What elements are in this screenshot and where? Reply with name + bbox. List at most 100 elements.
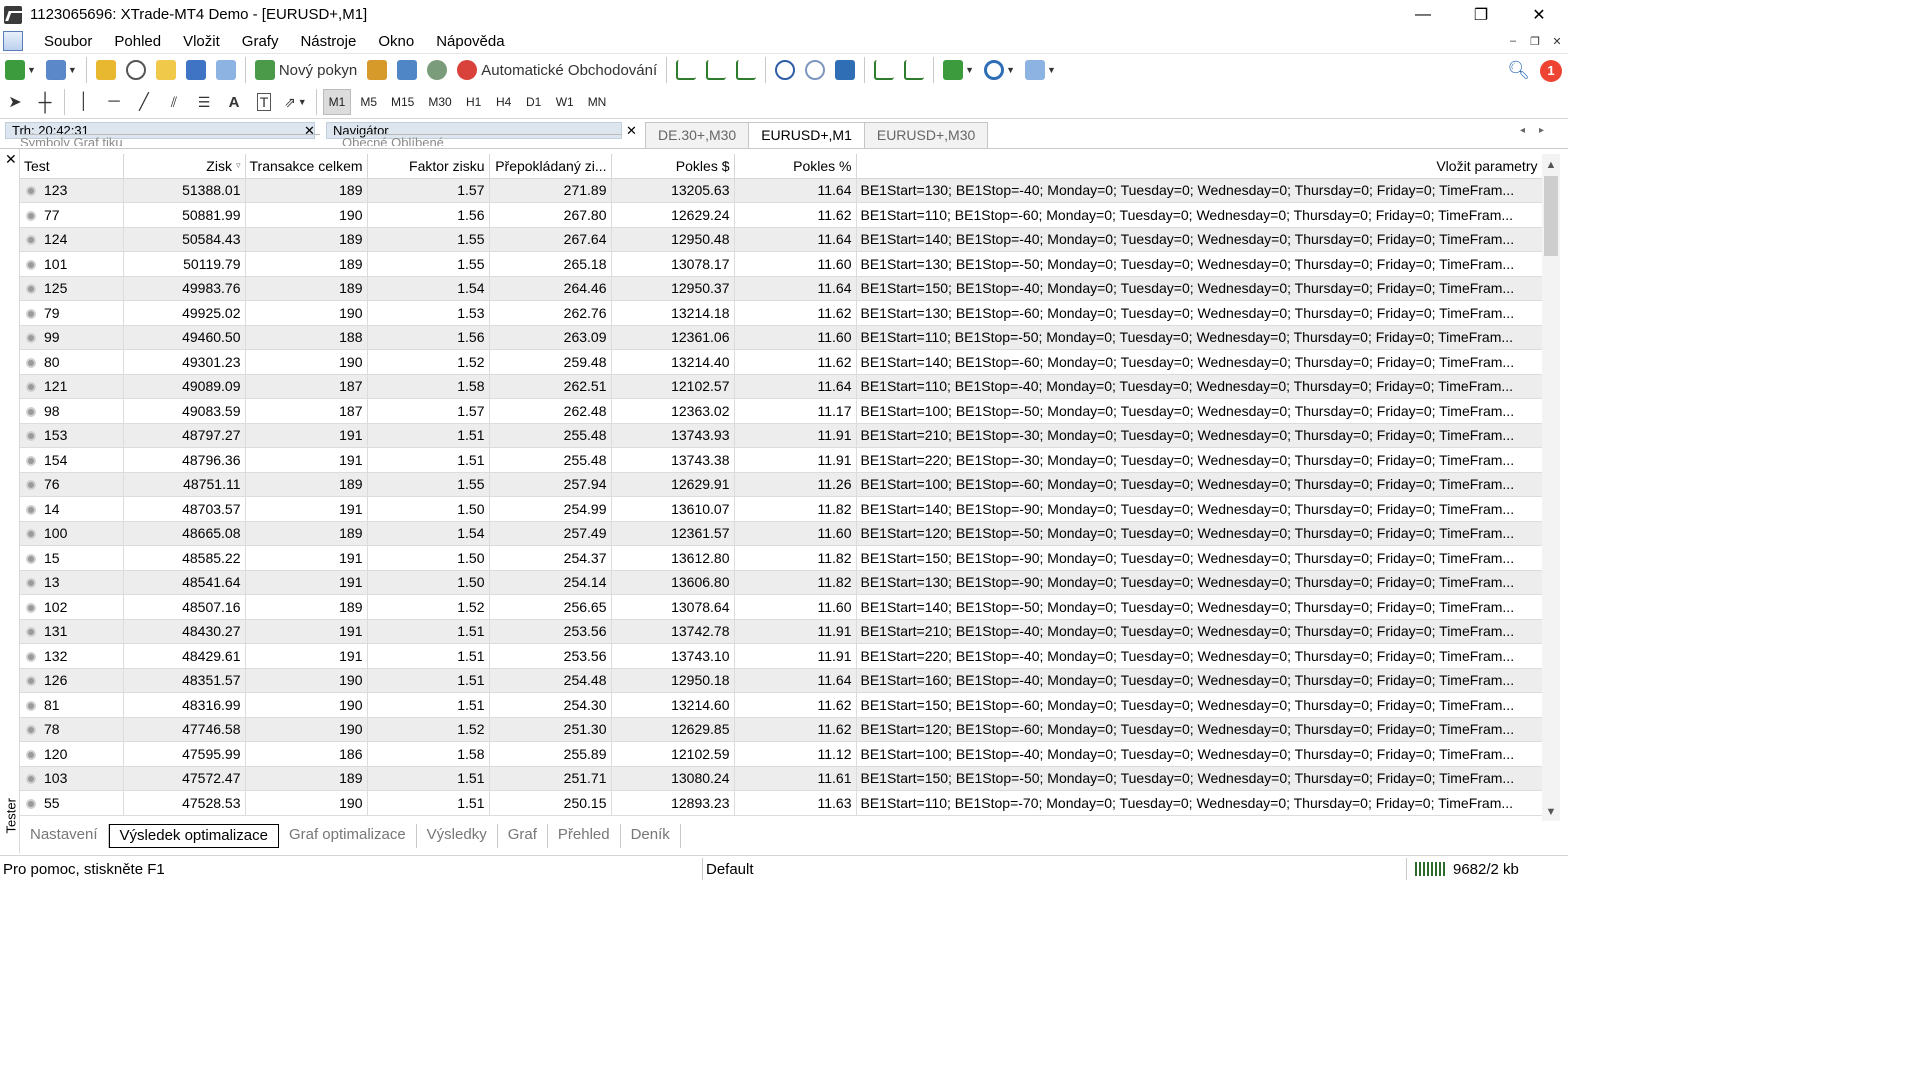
scroll-thumb[interactable] — [1544, 176, 1558, 256]
col-expected-payoff[interactable]: Přepokládaný zi... — [489, 154, 612, 179]
table-row[interactable]: 125 49983.76 189 1.54 264.46 12950.37 11.64 BE1… — [20, 276, 1542, 301]
tab-report[interactable]: Přehled — [548, 824, 621, 848]
col-profit[interactable]: Zisk ▿ — [123, 154, 246, 179]
chart-tab-de30-m30[interactable]: DE.30+,M30 — [645, 122, 750, 149]
tester-close-icon[interactable]: ✕ — [5, 151, 17, 168]
timeframe-m1[interactable]: M1 — [322, 89, 352, 115]
data-window-button[interactable] — [123, 57, 149, 83]
profiles-button[interactable]: ▼ — [43, 57, 80, 83]
new-order-button[interactable]: Nový pokyn — [252, 57, 360, 83]
line-chart-button[interactable] — [733, 57, 759, 83]
timeframe-m30[interactable]: M30 — [423, 89, 456, 115]
chart-tab-eurusd-m30[interactable]: EURUSD+,M30 — [863, 122, 989, 149]
navigator-close-icon[interactable]: ✕ — [626, 123, 637, 139]
mdi-restore-button[interactable]: ❐ — [1524, 29, 1546, 53]
table-row[interactable]: 76 48751.11 189 1.55 257.94 12629.91 11.26 BE1S… — [20, 472, 1542, 497]
table-row[interactable]: 123 51388.01 189 1.57 271.89 13205.63 11.64 BE1… — [20, 178, 1542, 203]
table-row[interactable]: 14 48703.57 191 1.50 254.99 13610.07 11.82 BE1S… — [20, 496, 1542, 522]
mdi-minimize-button[interactable]: ‒ — [1502, 29, 1524, 53]
table-row[interactable]: 120 47595.99 186 1.58 255.89 12102.59 11.12 BE1… — [20, 741, 1542, 767]
restore-button[interactable]: ❐ — [1452, 0, 1510, 29]
table-row[interactable]: 101 50119.79 189 1.55 265.18 13078.17 11.60 BE1… — [20, 251, 1542, 277]
chart-window-icon[interactable] — [3, 31, 23, 51]
community-button[interactable] — [394, 57, 420, 83]
table-row[interactable]: 103 47572.47 189 1.51 251.71 13080.24 11.61 BE1… — [20, 766, 1542, 791]
table-row[interactable]: 100 48665.08 189 1.54 257.49 12361.57 11.60 BE1… — [20, 521, 1542, 546]
table-row[interactable]: 77 50881.99 190 1.56 267.80 12629.24 11.62 BE1S… — [20, 202, 1542, 228]
timeframe-d1[interactable]: D1 — [521, 89, 547, 115]
scroll-down-icon[interactable]: ▼ — [1542, 803, 1560, 821]
market-watch-button[interactable] — [93, 57, 119, 83]
menu-window[interactable]: Okno — [378, 33, 414, 50]
candlestick-button[interactable] — [703, 57, 729, 83]
timeframe-h1[interactable]: H1 — [461, 89, 487, 115]
terminal-button[interactable] — [183, 57, 209, 83]
mdi-close-button[interactable]: ✕ — [1546, 29, 1568, 53]
minimize-button[interactable]: — — [1394, 0, 1452, 29]
table-row[interactable]: 154 48796.36 191 1.51 255.48 13743.38 11.91 BE1… — [20, 447, 1542, 473]
chart-tab-eurusd-m1[interactable]: EURUSD+,M1 — [748, 122, 865, 149]
table-row[interactable]: 55 47528.53 190 1.51 250.15 12893.23 11.63 BE1S… — [20, 790, 1542, 816]
strategy-tester-button[interactable] — [213, 57, 239, 83]
tab-optimization-graph[interactable]: Graf optimalizace — [279, 824, 417, 848]
arrows-button[interactable]: ⇗ ▼ — [281, 89, 310, 115]
chart-shift-button[interactable] — [901, 57, 927, 83]
col-test[interactable]: Test — [20, 154, 124, 179]
table-row[interactable]: 132 48429.61 191 1.51 253.56 13743.10 11.91 BE1… — [20, 643, 1542, 669]
auto-trading-button[interactable]: Automatické Obchodování — [454, 57, 660, 83]
chart-tab-scroll-arrows[interactable]: ◂▸ — [1520, 125, 1558, 136]
search-icon[interactable]: 🔍︎ — [1507, 60, 1530, 81]
text-label-button[interactable]: T — [251, 89, 277, 115]
table-row[interactable]: 80 49301.23 190 1.52 259.48 13214.40 11.62 BE1S… — [20, 349, 1542, 375]
table-row[interactable]: 78 47746.58 190 1.52 251.30 12629.85 11.62 BE1S… — [20, 717, 1542, 742]
text-button[interactable]: A — [221, 89, 247, 115]
auto-scroll-button[interactable] — [871, 57, 897, 83]
indicators-button[interactable]: ▼ — [940, 57, 977, 83]
tab-journal[interactable]: Deník — [621, 824, 681, 848]
timeframe-m5[interactable]: M5 — [355, 89, 382, 115]
table-row[interactable]: 102 48507.16 189 1.52 256.65 13078.64 11.60 BE1… — [20, 594, 1542, 620]
periods-button[interactable]: ▼ — [981, 57, 1018, 83]
fibonacci-button[interactable]: ☰ — [191, 89, 217, 115]
vertical-scrollbar[interactable]: ▲ ▼ — [1542, 154, 1560, 821]
table-row[interactable]: 98 49083.59 187 1.57 262.48 12363.02 11.17 BE1S… — [20, 398, 1542, 424]
table-row[interactable]: 124 50584.43 189 1.55 267.64 12950.48 11.64 BE1… — [20, 227, 1542, 252]
table-row[interactable]: 99 49460.50 188 1.56 263.09 12361.06 11.60 BE1S… — [20, 325, 1542, 350]
menu-tools[interactable]: Nástroje — [300, 33, 356, 50]
zoom-out-button[interactable] — [802, 57, 828, 83]
col-profit-factor[interactable]: Faktor zisku — [367, 154, 490, 179]
cursor-button[interactable]: ➤ — [2, 89, 28, 115]
tab-results[interactable]: Výsledky — [417, 824, 498, 848]
notifications-badge[interactable]: 1 — [1540, 59, 1562, 82]
menu-charts[interactable]: Grafy — [242, 33, 279, 50]
vertical-line-button[interactable]: │ — [71, 89, 97, 115]
table-row[interactable]: 131 48430.27 191 1.51 253.56 13742.78 11.91 BE1… — [20, 619, 1542, 644]
equidistant-channel-button[interactable]: ⫽ — [161, 89, 187, 115]
table-row[interactable]: 13 48541.64 191 1.50 254.14 13606.80 11.82 BE1S… — [20, 570, 1542, 595]
tab-graph[interactable]: Graf — [498, 824, 548, 848]
timeframe-mn[interactable]: MN — [583, 89, 612, 115]
table-row[interactable]: 126 48351.57 190 1.51 254.48 12950.18 11.64 BE1… — [20, 668, 1542, 693]
scroll-up-icon[interactable]: ▲ — [1542, 156, 1560, 174]
menu-file[interactable]: Soubor — [44, 33, 92, 50]
crosshair-button[interactable]: ┼ — [32, 89, 58, 115]
timeframe-h4[interactable]: H4 — [491, 89, 517, 115]
zoom-in-button[interactable] — [772, 57, 798, 83]
table-row[interactable]: 15 48585.22 191 1.50 254.37 13612.80 11.82 BE1S… — [20, 545, 1542, 571]
connection-status[interactable]: 9682/2 kb — [1415, 861, 1519, 878]
menu-insert[interactable]: Vložit — [183, 33, 220, 50]
bar-chart-button[interactable] — [673, 57, 699, 83]
col-total-trades[interactable]: Transakce celkem — [245, 154, 368, 179]
tab-optimization-results[interactable]: Výsledek optimalizace — [108, 824, 279, 848]
col-input-params[interactable]: Vložit parametry — [856, 154, 1542, 179]
trendline-button[interactable]: ╱ — [131, 89, 157, 115]
col-drawdown-usd[interactable]: Pokles $ — [611, 154, 735, 179]
metaeditor-button[interactable] — [364, 57, 390, 83]
table-row[interactable]: 121 49089.09 187 1.58 262.51 12102.57 11.64 BE1… — [20, 374, 1542, 399]
status-profile[interactable]: Default — [706, 861, 754, 878]
signals-button[interactable] — [424, 57, 450, 83]
tile-windows-button[interactable] — [832, 57, 858, 83]
table-row[interactable]: 79 49925.02 190 1.53 262.76 13214.18 11.62 BE1S… — [20, 300, 1542, 326]
col-drawdown-pct[interactable]: Pokles % — [734, 154, 857, 179]
tab-settings[interactable]: Nastavení — [20, 824, 109, 848]
